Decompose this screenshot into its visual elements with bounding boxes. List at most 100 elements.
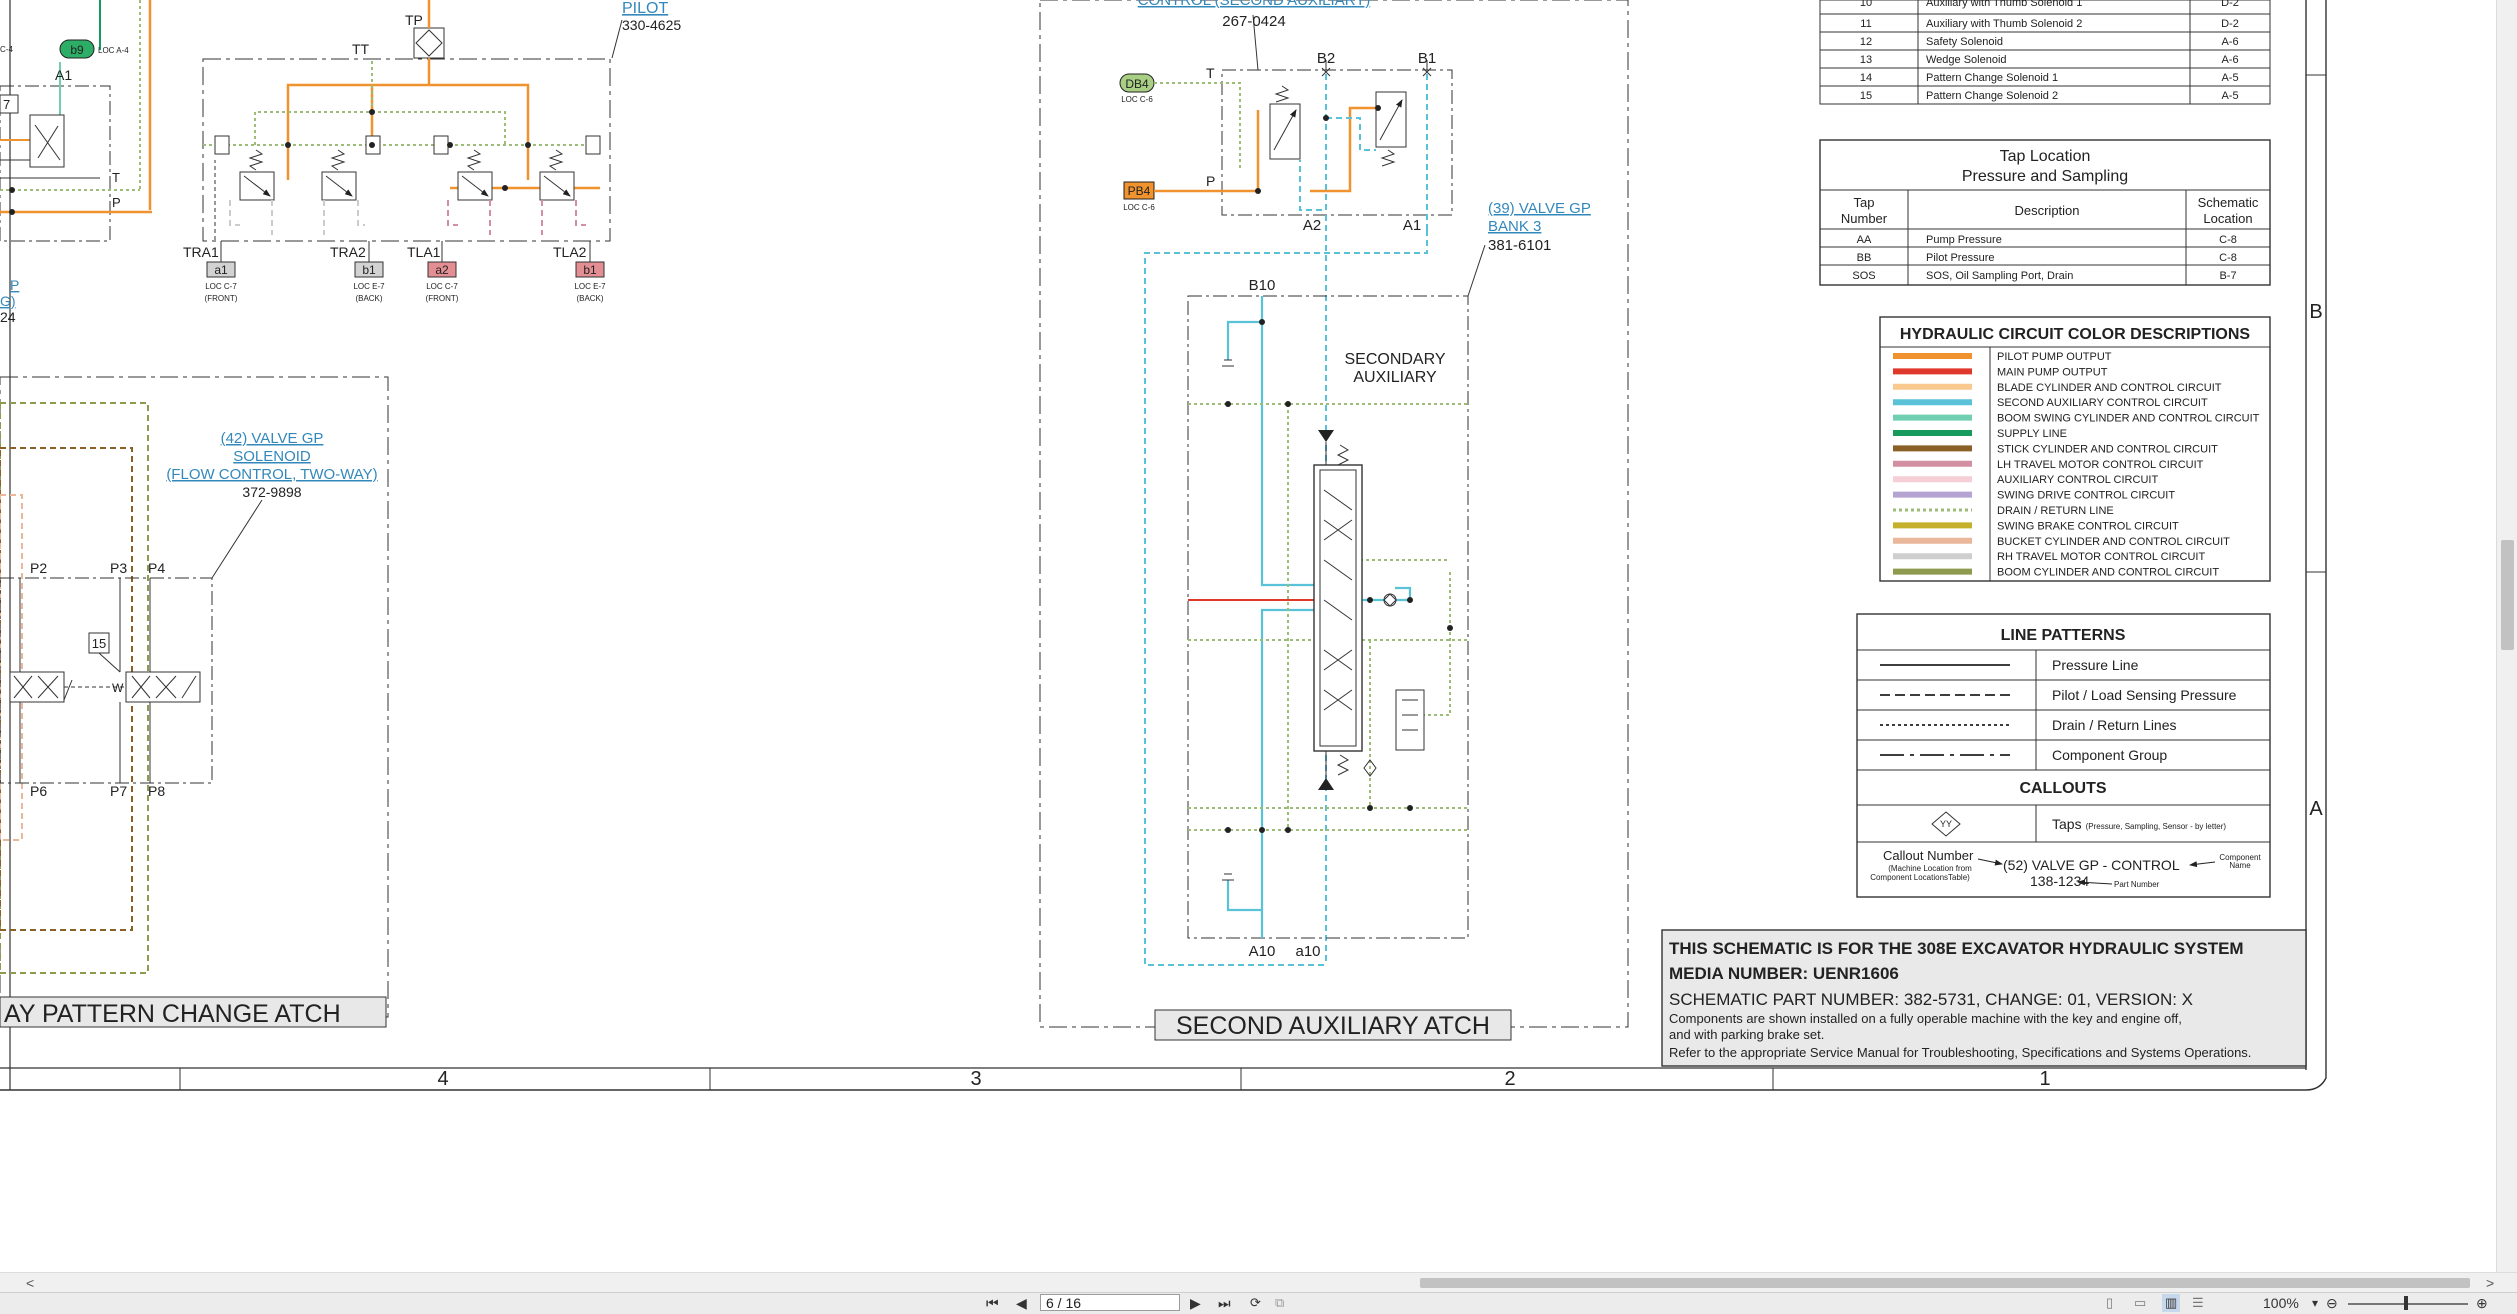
- second-aux-group: [1039, 0, 1629, 1041]
- sol-tag-a2: a2: [435, 263, 449, 277]
- fit-page-icon[interactable]: ⧉: [1275, 1294, 1284, 1312]
- db4-loc: LOC C-6: [1121, 95, 1153, 104]
- line-pattern-label: Drain / Return Lines: [2052, 717, 2177, 733]
- control-link[interactable]: CONTROL (SECOND AUXILIARY): [1138, 0, 1371, 9]
- page-number-field[interactable]: 6 / 16: [1040, 1294, 1180, 1311]
- partial-top-loc: C-4: [0, 45, 13, 54]
- tap-row1-loc: C-8: [2219, 234, 2237, 246]
- port-tla1: TLA1: [407, 244, 441, 260]
- document-viewer: 4 3 2 1 B A C-4 b9 LOC A-4 A1 7 T P P G)…: [0, 0, 2517, 1314]
- sol-row1-desc: Auxiliary with Thumb Solenoid 1: [1926, 0, 2082, 9]
- valve39-link2[interactable]: BANK 3: [1488, 218, 1541, 235]
- sol-row3-desc: Safety Solenoid: [1926, 36, 2003, 48]
- legend-label: BLADE CYLINDER AND CONTROL CIRCUIT: [1997, 382, 2222, 394]
- valve39-link1[interactable]: (39) VALVE GP: [1488, 200, 1591, 217]
- partial-link-p: P: [10, 277, 19, 293]
- sol-pos-1: (FRONT): [205, 294, 238, 303]
- sol-row6-num: 15: [1860, 90, 1872, 102]
- viewer-toolbar: ⏮ ◀ 6 / 16 ▶ ⏭ ⟳ ⧉ ▯ ▭ ▥ ☰ 100% ▾ ⊖ ⊕: [0, 1292, 2517, 1314]
- b9-tag: b9: [70, 43, 84, 57]
- legend-label: PILOT PUMP OUTPUT: [1997, 351, 2112, 363]
- tap-row1-desc: Pump Pressure: [1926, 234, 2002, 246]
- sol-row4-loc: A-6: [2221, 54, 2238, 66]
- pilot-valve-group: [202, 0, 623, 278]
- zoom-in-icon[interactable]: ⊕: [2476, 1294, 2488, 1312]
- title-line-1: THIS SCHEMATIC IS FOR THE 308E EXCAVATOR…: [1669, 939, 2244, 958]
- valve42-link1[interactable]: (42) VALVE GP: [221, 430, 324, 447]
- tap-table-title2: Pressure and Sampling: [1962, 168, 2128, 185]
- tap-header-loc2: Location: [2203, 211, 2252, 226]
- first-page-button[interactable]: ⏮: [986, 1294, 999, 1312]
- continuous-page-icon[interactable]: ▭: [2134, 1294, 2146, 1312]
- port-p4: P4: [148, 560, 165, 576]
- taps-label-sub: (Pressure, Sampling, Sensor - by letter): [2086, 822, 2227, 831]
- port-p6: P6: [30, 783, 47, 799]
- legend-label: BOOM SWING CYLINDER AND CONTROL CIRCUIT: [1997, 413, 2260, 425]
- tap-row2-loc: C-8: [2219, 252, 2237, 264]
- valve42-link2[interactable]: SOLENOID: [233, 448, 311, 465]
- legend-label: BOOM CYLINDER AND CONTROL CIRCUIT: [1997, 567, 2219, 579]
- last-page-button[interactable]: ⏭: [1218, 1294, 1231, 1312]
- previous-page-button[interactable]: ◀: [1016, 1294, 1027, 1312]
- callout-15: 15: [92, 636, 106, 651]
- left-partial-valve: [0, 0, 152, 242]
- sol-tag-b1-back: b1: [362, 263, 376, 277]
- valve42-link3[interactable]: (FLOW CONTROL, TWO-WAY): [166, 466, 377, 483]
- scroll-left-button[interactable]: <: [26, 1273, 34, 1293]
- db4-tag: DB4: [1125, 77, 1149, 91]
- sol-pos-2: (BACK): [355, 294, 382, 303]
- next-page-button[interactable]: ▶: [1190, 1294, 1201, 1312]
- sol-loc-2: LOC E-7: [353, 282, 385, 291]
- horizontal-scroll-thumb[interactable]: [1420, 1278, 2470, 1288]
- scroll-mode-icon[interactable]: ☰: [2192, 1294, 2204, 1312]
- tap-row2-desc: Pilot Pressure: [1926, 252, 1994, 264]
- tap-row2-num: BB: [1857, 252, 1872, 264]
- tap-tp-label: TP: [405, 12, 423, 28]
- w-label: W: [112, 681, 124, 695]
- rotate-view-icon[interactable]: ⟳: [1250, 1294, 1261, 1312]
- two-page-icon[interactable]: ▥: [2162, 1294, 2181, 1312]
- port-tla2: TLA2: [553, 244, 587, 260]
- vertical-scroll-thumb[interactable]: [2501, 540, 2514, 650]
- title-line-5: and with parking brake set.: [1669, 1027, 1824, 1042]
- zoom-slider-track[interactable]: [2348, 1303, 2468, 1305]
- partial-num: 24: [0, 309, 16, 325]
- line-pattern-label: Pressure Line: [2052, 657, 2139, 673]
- sol-row6-desc: Pattern Change Solenoid 2: [1926, 90, 2058, 102]
- port-a1-left: A1: [55, 67, 72, 83]
- schematic-sheet: 4 3 2 1 B A C-4 b9 LOC A-4 A1 7 T P P G)…: [0, 0, 2496, 1272]
- single-page-icon[interactable]: ▯: [2106, 1294, 2113, 1312]
- sol-row3-num: 12: [1860, 36, 1872, 48]
- tap-row3-desc: SOS, Oil Sampling Port, Drain: [1926, 270, 2073, 282]
- second-aux-title: SECOND AUXILIARY ATCH: [1176, 1012, 1490, 1040]
- sol-row3-loc: A-6: [2221, 36, 2238, 48]
- zoom-dropdown-icon[interactable]: ▾: [2312, 1294, 2318, 1312]
- machine-loc-1: (Machine Location from: [1888, 864, 1972, 873]
- vertical-scrollbar[interactable]: [2496, 0, 2517, 1272]
- pilot-part-number: 330-4625: [622, 17, 681, 33]
- scroll-right-button[interactable]: >: [2486, 1273, 2494, 1293]
- port-p2: P2: [30, 560, 47, 576]
- zoom-level[interactable]: 100%: [2263, 1294, 2299, 1312]
- secondary-label: SECONDARY: [1344, 351, 1445, 368]
- legend-label: MAIN PUMP OUTPUT: [1997, 366, 2108, 378]
- zone-row-b: B: [2309, 301, 2322, 323]
- pilot-link[interactable]: PILOT: [622, 0, 668, 17]
- sol-loc-3: LOC C-7: [426, 282, 458, 291]
- schematic-drawing: 4 3 2 1 B A C-4 b9 LOC A-4 A1 7 T P P G)…: [0, 0, 2327, 1091]
- tt-label: TT: [352, 41, 370, 57]
- zoom-out-icon[interactable]: ⊖: [2326, 1294, 2338, 1312]
- tap-row3-num: SOS: [1852, 270, 1875, 282]
- control-part-number: 267-0424: [1222, 13, 1285, 30]
- title-line-6: Refer to the appropriate Service Manual …: [1669, 1045, 2251, 1060]
- horizontal-scrollbar[interactable]: < >: [0, 1272, 2517, 1293]
- machine-loc-2: Component LocationsTable): [1870, 873, 1970, 882]
- legend-label: DRAIN / RETURN LINE: [1997, 505, 2114, 517]
- sol-tag-a1: a1: [214, 263, 228, 277]
- legend-label: SWING BRAKE CONTROL CIRCUIT: [1997, 520, 2179, 532]
- port-p-control: P: [1206, 173, 1215, 189]
- legend-label: BUCKET CYLINDER AND CONTROL CIRCUIT: [1997, 536, 2230, 548]
- zoom-slider-handle[interactable]: [2404, 1296, 2408, 1310]
- sol-row2-num: 11: [1860, 18, 1871, 30]
- b9-loc: LOC A-4: [98, 46, 129, 55]
